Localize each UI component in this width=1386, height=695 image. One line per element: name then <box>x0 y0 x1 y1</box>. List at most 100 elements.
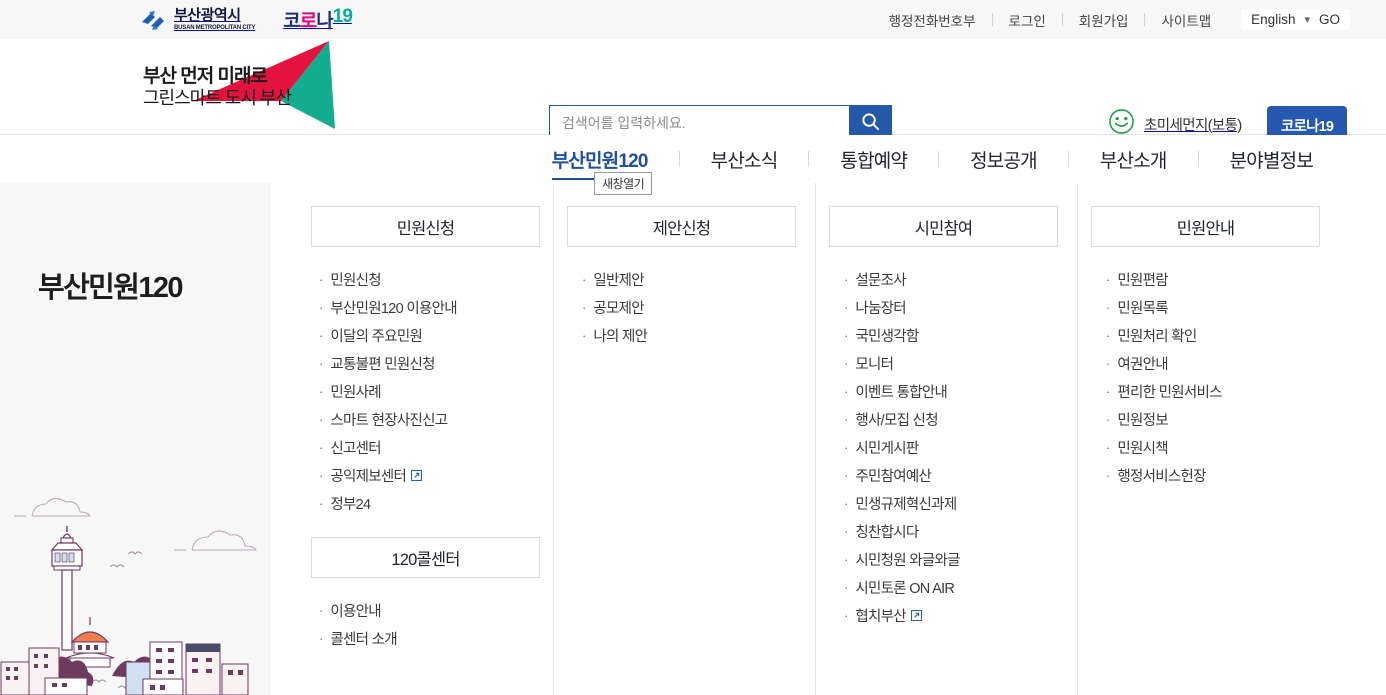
bullet-icon: · <box>1106 440 1111 455</box>
column-header-box[interactable]: 민원신청 <box>311 206 540 247</box>
nav-item-busan-news[interactable]: 부산소식 <box>680 146 809 173</box>
util-link-signup[interactable]: 회원가입 <box>1063 10 1145 30</box>
menu-link-minwon-processing-check[interactable]: 민원처리 확인 <box>1117 325 1197 346</box>
bullet-icon: · <box>319 328 324 343</box>
external-link-icon <box>411 470 423 481</box>
menu-link-event-recruitment-application[interactable]: 행사/모집 신청 <box>855 409 938 430</box>
menu-link-report-center[interactable]: 신고센터 <box>330 437 381 458</box>
bullet-icon: · <box>319 412 324 427</box>
menu-link-admin-service-charter[interactable]: 행정서비스헌장 <box>1117 465 1206 486</box>
external-link-icon <box>910 610 922 621</box>
menu-link-participatory-budget[interactable]: 주민참여예산 <box>855 465 932 486</box>
nav-item-about-busan[interactable]: 부산소개 <box>1069 146 1198 173</box>
column-title: 민원안내 <box>1176 219 1235 238</box>
bullet-icon: · <box>844 580 849 595</box>
menu-link-usage-guide[interactable]: 부산민원120 이용안내 <box>330 297 457 318</box>
list-item: · 모니터 <box>844 353 1077 374</box>
nav-item-integrated-reservation[interactable]: 통합예약 <box>809 146 938 173</box>
mega-menu-panel: 부산민원120 민원신청 · 민원신청 · 부산민원120 이용안내 · 이달의… <box>0 183 1386 695</box>
air-quality-label: 초미세먼지(보통) <box>1144 117 1242 134</box>
site-header: 부산 먼저 미래로 그린스마트 도시 부산 초미세먼지(보통) 코로나1 <box>0 39 1386 145</box>
menu-link-event-guide[interactable]: 이벤트 통합안내 <box>855 381 948 402</box>
nav-item-information-disclosure[interactable]: 정보공개 <box>939 146 1068 173</box>
menu-link-traffic-inconvenience[interactable]: 교통불편 민원신청 <box>330 353 435 374</box>
menu-link-passport-guide[interactable]: 여권안내 <box>1117 353 1168 374</box>
busan-skyline-illustration <box>0 480 271 695</box>
util-link-phonebook[interactable]: 행정전화번호부 <box>873 10 992 30</box>
topbar-utility-links: 행정전화번호부 로그인 회원가입 사이트맵 English ▾ GO <box>873 0 1350 39</box>
menu-link-citizen-board[interactable]: 시민게시판 <box>855 437 919 458</box>
column-title: 시민참여 <box>914 219 973 238</box>
menu-link-national-thinkbox[interactable]: 국민생각함 <box>855 325 919 346</box>
menu-link-callcenter-intro[interactable]: 콜센터 소개 <box>330 628 397 649</box>
search-icon <box>861 112 880 134</box>
bullet-icon: · <box>1106 412 1111 427</box>
chevron-down-icon[interactable]: ▾ <box>1304 13 1310 26</box>
nav-item-sector-information[interactable]: 분야별정보 <box>1199 146 1344 173</box>
menu-link-sharing-market[interactable]: 나눔장터 <box>855 297 906 318</box>
menu-link-convenient-minwon-service[interactable]: 편리한 민원서비스 <box>1117 381 1222 402</box>
mega-column-proposal-application: 제안신청 · 일반제안 · 공모제안 · 나의 제안 <box>553 183 815 695</box>
bullet-icon: · <box>844 524 849 539</box>
column-header-box[interactable]: 시민참여 <box>829 206 1058 247</box>
menu-link-monitor[interactable]: 모니터 <box>855 353 894 374</box>
menu-link-minwon-list[interactable]: 민원목록 <box>1117 297 1168 318</box>
bullet-icon: · <box>1106 356 1111 371</box>
util-link-login[interactable]: 로그인 <box>993 10 1062 30</box>
menu-link-citizen-debate-onair[interactable]: 시민토론 ON AIR <box>855 577 955 598</box>
menu-link-minwon-information[interactable]: 민원정보 <box>1117 409 1168 430</box>
bullet-icon: · <box>844 356 849 371</box>
menu-link-public-interest-report-center[interactable]: 공익제보센터 <box>330 465 407 486</box>
list-item: · 민원편람 <box>1106 269 1339 290</box>
menu-link-survey[interactable]: 설문조사 <box>855 269 906 290</box>
bullet-icon: · <box>844 440 849 455</box>
list-item: · 민원정보 <box>1106 409 1339 430</box>
menu-link-governance-busan[interactable]: 협치부산 <box>855 605 906 626</box>
corona19-logo-link[interactable]: 코 로 나 19 <box>283 6 353 33</box>
menu-link-citizen-petition[interactable]: 시민청원 와글와글 <box>855 549 960 570</box>
language-go-button[interactable]: GO <box>1319 12 1340 27</box>
menu-link-callcenter-usage-guide[interactable]: 이용안내 <box>330 600 381 621</box>
city-logo-name-en: BUSAN METROPOLITAN CITY <box>174 25 256 31</box>
nav-item-busan-minwon-120[interactable]: 부산민원120 <box>521 146 679 180</box>
brand-slogan-link[interactable]: 부산 먼저 미래로 그린스마트 도시 부산 <box>133 33 348 129</box>
mega-menu-side-panel: 부산민원120 <box>0 183 271 695</box>
menu-link-contest-proposal[interactable]: 공모제안 <box>593 297 644 318</box>
list-item: · 민원신청 <box>319 269 553 290</box>
menu-link-minwon-sincheong[interactable]: 민원신청 <box>330 269 381 290</box>
column-header-box[interactable]: 120콜센터 <box>311 537 540 578</box>
bullet-icon: · <box>844 608 849 623</box>
menu-link-smart-photo-report[interactable]: 스마트 현장사진신고 <box>330 409 448 430</box>
menu-link-minwon-handbook[interactable]: 민원편람 <box>1117 269 1168 290</box>
column-title: 민원신청 <box>396 219 455 238</box>
language-selector[interactable]: English ▾ GO <box>1241 9 1350 30</box>
menu-link-gov24[interactable]: 정부24 <box>330 493 371 514</box>
menu-link-my-proposal[interactable]: 나의 제안 <box>593 325 648 346</box>
brand-slogan-line2: 그린스마트 도시 부산 <box>143 88 292 109</box>
util-link-sitemap[interactable]: 사이트맵 <box>1145 10 1227 30</box>
menu-link-general-proposal[interactable]: 일반제안 <box>593 269 644 290</box>
list-item: · 신고센터 <box>319 437 553 458</box>
bullet-icon: · <box>582 300 587 315</box>
mega-column-minwon-application: 민원신청 · 민원신청 · 부산민원120 이용안내 · 이달의 주요민원 · 교통불편… <box>291 183 553 695</box>
menu-link-minwon-policy[interactable]: 민원시책 <box>1117 437 1168 458</box>
column-link-list: · 설문조사 · 나눔장터 · 국민생각함 · 모니터 · 이벤트 통합안내 · 행사/모집… <box>836 269 1077 626</box>
list-item: · 민원시책 <box>1106 437 1339 458</box>
column-header-box[interactable]: 민원안내 <box>1091 206 1320 247</box>
column-link-list: · 일반제안 · 공모제안 · 나의 제안 <box>574 269 815 346</box>
mega-menu-columns: 민원신청 · 민원신청 · 부산민원120 이용안내 · 이달의 주요민원 · 교통불편… <box>271 183 1386 695</box>
menu-link-regulation-innovation-task[interactable]: 민생규제혁신과제 <box>855 493 957 514</box>
menu-link-lets-praise[interactable]: 칭찬합시다 <box>855 521 919 542</box>
global-navigation: 부산민원120 부산소식 통합예약 정보공개 부산소개 분야별정보 <box>0 135 1386 183</box>
column-header-box[interactable]: 제안신청 <box>567 206 796 247</box>
bullet-icon: · <box>582 272 587 287</box>
busan-city-logo-link[interactable]: 부산광역시 BUSAN METROPOLITAN CITY <box>140 8 255 31</box>
subsection-call-center: 120콜센터 · 이용안내 · 콜센터 소개 <box>291 537 553 649</box>
list-item: · 교통불편 민원신청 <box>319 353 553 374</box>
menu-link-monthly-main-minwon[interactable]: 이달의 주요민원 <box>330 325 423 346</box>
topbar-logos: 부산광역시 BUSAN METROPOLITAN CITY 코 로 나 19 <box>140 6 353 33</box>
column-title: 120콜센터 <box>391 550 460 569</box>
menu-link-minwon-cases[interactable]: 민원사례 <box>330 381 381 402</box>
bullet-icon: · <box>319 440 324 455</box>
side-panel-title: 부산민원120 <box>38 272 184 304</box>
